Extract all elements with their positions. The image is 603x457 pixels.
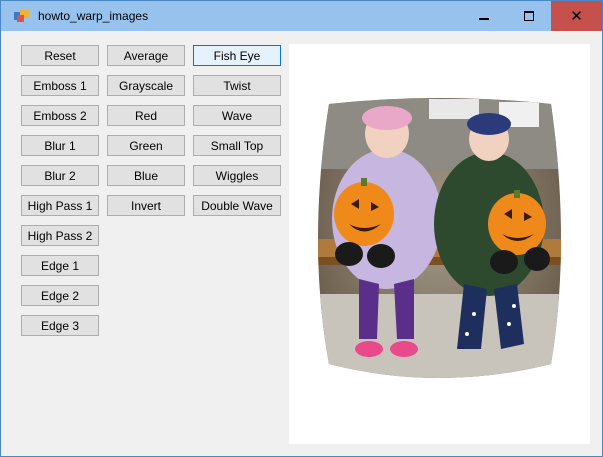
emboss-1-button[interactable]: Emboss 1 [21, 75, 99, 96]
invert-button[interactable]: Invert [107, 195, 185, 216]
close-icon: ✕ [570, 7, 583, 25]
emboss-2-button[interactable]: Emboss 2 [21, 105, 99, 126]
reset-button[interactable]: Reset [21, 45, 99, 66]
high-pass-2-button[interactable]: High Pass 2 [21, 225, 99, 246]
edge-2-button[interactable]: Edge 2 [21, 285, 99, 306]
edge-3-button[interactable]: Edge 3 [21, 315, 99, 336]
fish-eye-button[interactable]: Fish Eye [193, 45, 281, 66]
close-button[interactable]: ✕ [551, 1, 602, 31]
app-window: howto_warp_images ✕ Reset Emboss 1 Embos… [0, 0, 603, 457]
title-bar[interactable]: howto_warp_images ✕ [1, 1, 602, 31]
blur-2-button[interactable]: Blur 2 [21, 165, 99, 186]
minimize-icon [478, 18, 489, 20]
wiggles-button[interactable]: Wiggles [193, 165, 281, 186]
wave-button[interactable]: Wave [193, 105, 281, 126]
image-canvas [289, 44, 590, 444]
maximize-icon [523, 11, 534, 21]
maximize-button[interactable] [506, 1, 551, 31]
small-top-button[interactable]: Small Top [193, 135, 281, 156]
double-wave-button[interactable]: Double Wave [193, 195, 281, 216]
blue-button[interactable]: Blue [107, 165, 185, 186]
minimize-button[interactable] [461, 1, 506, 31]
edge-1-button[interactable]: Edge 1 [21, 255, 99, 276]
grayscale-button[interactable]: Grayscale [107, 75, 185, 96]
red-button[interactable]: Red [107, 105, 185, 126]
twist-button[interactable]: Twist [193, 75, 281, 96]
green-button[interactable]: Green [107, 135, 185, 156]
high-pass-1-button[interactable]: High Pass 1 [21, 195, 99, 216]
average-button[interactable]: Average [107, 45, 185, 66]
window-title: howto_warp_images [38, 9, 149, 23]
blur-1-button[interactable]: Blur 1 [21, 135, 99, 156]
warped-photo [318, 98, 561, 378]
app-icon [14, 10, 29, 22]
